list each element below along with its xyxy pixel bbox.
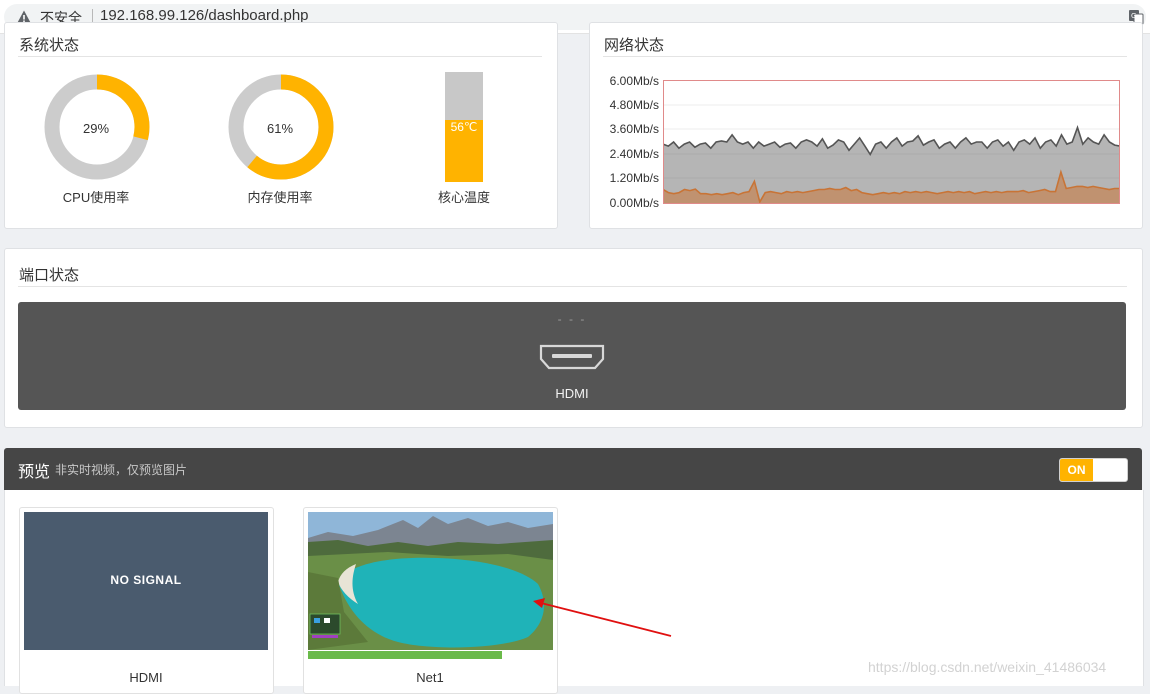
memory-value: 61% (266, 121, 294, 136)
temperature-bar: 56℃ (445, 72, 483, 182)
watermark-text: https://blog.csdn.net/weixin_41486034 (868, 659, 1107, 675)
y-tick-label: 3.60Mb/s (609, 122, 659, 136)
hdmi-port-label: HDMI (555, 386, 589, 401)
y-tick-label: 2.40Mb/s (609, 147, 659, 161)
temperature-label: 核心温度 (437, 190, 490, 205)
y-tick-label: 1.20Mb/s (609, 171, 659, 185)
port-status-title: 端口状态 (19, 267, 80, 284)
hdmi-port-tile[interactable]: - - - HDMI (18, 302, 1126, 410)
temperature-value: 56℃ (450, 120, 478, 135)
cpu-label: CPU使用率 (62, 190, 130, 205)
hdmi-port-icon (539, 344, 605, 370)
preview-header: 预览 非实时视频，仅预览图片 ON (4, 448, 1142, 490)
system-status-divider (18, 56, 542, 57)
network-status-divider (603, 56, 1127, 57)
net1-progress-bar (308, 651, 502, 659)
no-signal-text: NO SIGNAL (110, 573, 182, 587)
preview-card-name: HDMI (129, 670, 163, 685)
preview-card-name: Net1 (416, 670, 444, 685)
port-status-dashes: - - - (557, 312, 587, 326)
toggle-on-label: ON (1060, 459, 1093, 481)
red-arrow-annotation (533, 598, 672, 637)
no-signal-screen: NO SIGNAL (24, 512, 268, 650)
preview-toggle[interactable]: ON (1059, 458, 1128, 482)
network-status-title: 网络状态 (604, 37, 665, 54)
net1-preview-image (308, 512, 553, 650)
preview-title: 预览 (18, 464, 51, 481)
temperature-fill: 56℃ (445, 120, 483, 182)
y-tick-label: 4.80Mb/s (609, 98, 659, 112)
y-tick-label: 6.00Mb/s (609, 74, 659, 88)
memory-label: 内存使用率 (247, 190, 313, 205)
svg-text:G: G (1131, 12, 1136, 20)
port-status-divider (18, 286, 1127, 287)
system-status-title: 系统状态 (19, 37, 80, 54)
preview-subtitle: 非实时视频，仅预览图片 (55, 463, 188, 477)
y-tick-label: 0.00Mb/s (609, 196, 659, 210)
network-chart (663, 80, 1120, 204)
cpu-value: 29% (82, 121, 110, 136)
